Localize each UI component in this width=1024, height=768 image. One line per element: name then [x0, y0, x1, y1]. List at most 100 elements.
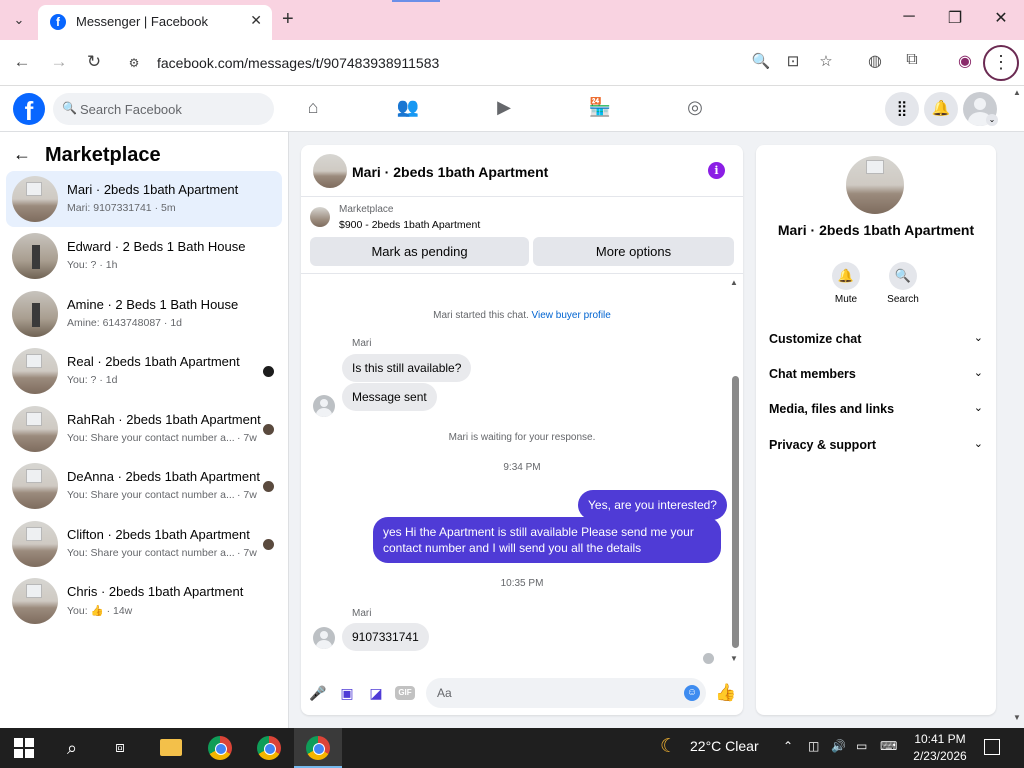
clock-date[interactable]: 2/23/2026: [908, 749, 972, 763]
back-arrow-icon[interactable]: ←: [13, 144, 31, 165]
chrome-icon[interactable]: [208, 736, 232, 760]
show-hidden-icons-icon[interactable]: ⌃: [783, 739, 793, 753]
windows-taskbar: ⌕ ⧈ ☾ 22°C Clear ⌃ ◫ 🔊 ▭ ⌨ 10:41 PM 2/23…: [0, 728, 1024, 768]
page-scroll-up-icon[interactable]: ▲: [1013, 88, 1021, 97]
listing-thumbnail[interactable]: [310, 207, 330, 227]
account-chevron-icon[interactable]: ⌄: [986, 114, 998, 126]
outgoing-message[interactable]: Yes, are you interested?: [578, 490, 727, 520]
marketplace-sidebar: ← Marketplace Mari · 2beds 1bath Apartme…: [0, 132, 289, 728]
facebook-logo-icon[interactable]: f: [13, 93, 45, 125]
message-input[interactable]: Aa ☺: [426, 678, 706, 708]
home-icon[interactable]: ⌂: [296, 97, 330, 123]
minimize-icon[interactable]: ─: [886, 8, 932, 26]
volume-icon[interactable]: 🔊: [831, 739, 846, 753]
clock-time[interactable]: 10:41 PM: [914, 732, 966, 746]
notification-center-icon[interactable]: [984, 739, 1000, 755]
meet-now-icon[interactable]: ◫: [808, 739, 819, 753]
marketplace-icon[interactable]: 🏪: [583, 97, 617, 123]
incoming-message[interactable]: Message sent: [342, 383, 437, 411]
search-conversation-button[interactable]: 🔍 Search: [878, 262, 928, 305]
extensions-puzzle-icon[interactable]: ⧉: [900, 51, 924, 69]
more-options-button[interactable]: More options: [533, 237, 734, 266]
facebook-search[interactable]: 🔍 Search Facebook: [53, 93, 274, 125]
browser-menu-icon[interactable]: ⋮: [983, 45, 1019, 81]
network-icon[interactable]: ▭: [856, 739, 867, 753]
sender-avatar[interactable]: [313, 395, 335, 417]
sticker-icon[interactable]: ◪: [366, 683, 386, 703]
profile-icon[interactable]: ◉: [953, 51, 977, 71]
conversation-item[interactable]: Mari · 2beds 1bath Apartment Mari: 91073…: [6, 171, 282, 227]
media-files-links-section[interactable]: Media, files and links ⌄: [769, 400, 983, 420]
keyboard-icon[interactable]: ⌨: [880, 739, 897, 753]
tab-title: Messenger | Facebook: [76, 14, 208, 29]
search-icon[interactable]: ⌕: [55, 734, 89, 762]
task-view-icon[interactable]: ⧈: [103, 734, 137, 762]
chrome-icon[interactable]: [257, 736, 281, 760]
new-tab-icon[interactable]: +: [282, 8, 294, 30]
conversation-item[interactable]: Amine · 2 Beds 1 Bath House Amine: 61437…: [6, 286, 282, 342]
extension-globe-icon[interactable]: ◍: [863, 51, 887, 71]
file-explorer-icon[interactable]: [160, 739, 182, 756]
conversation-item[interactable]: RahRah · 2beds 1bath Apartment You: Shar…: [6, 401, 282, 457]
contact-avatar[interactable]: [846, 156, 904, 214]
back-arrow-icon[interactable]: ←: [10, 52, 34, 72]
conversation-name: DeAnna · 2beds 1bath Apartment: [67, 469, 260, 484]
chrome-icon[interactable]: [306, 736, 330, 760]
weather-text[interactable]: 22°C Clear: [690, 738, 759, 754]
install-app-icon[interactable]: ⊡: [782, 52, 804, 70]
scroll-thumb[interactable]: [732, 376, 739, 648]
listing-thumbnail: [12, 348, 58, 394]
tab-search-chevron-icon[interactable]: ⌄: [6, 8, 32, 32]
view-buyer-profile-link[interactable]: View buyer profile: [532, 310, 611, 321]
weather-moon-icon[interactable]: ☾: [660, 735, 677, 758]
zoom-icon[interactable]: 🔍: [750, 52, 772, 70]
conversation-item[interactable]: Chris · 2beds 1bath Apartment You: 👍 · 1…: [6, 573, 282, 629]
conversation-item[interactable]: DeAnna · 2beds 1bath Apartment You: Shar…: [6, 458, 282, 514]
friends-icon[interactable]: 👥: [391, 97, 425, 123]
restore-icon[interactable]: ❐: [932, 8, 978, 28]
notifications-bell-icon[interactable]: 🔔: [924, 92, 958, 126]
customize-chat-section[interactable]: Customize chat ⌄: [769, 330, 983, 350]
conversation-item[interactable]: Edward · 2 Beds 1 Bath House You: ? · 1h: [6, 228, 282, 284]
thumbs-up-icon[interactable]: 👍: [715, 683, 736, 703]
sender-avatar[interactable]: [313, 627, 335, 649]
photo-icon[interactable]: ▣: [337, 683, 357, 703]
windows-start-icon[interactable]: [14, 738, 34, 758]
chat-members-section[interactable]: Chat members ⌄: [769, 365, 983, 385]
conversation-name: RahRah · 2beds 1bath Apartment: [67, 412, 261, 427]
page-scroll-down-icon[interactable]: ▼: [1013, 713, 1021, 722]
tab-close-icon[interactable]: ✕: [250, 12, 262, 29]
chat-avatar[interactable]: [313, 154, 347, 188]
groups-icon[interactable]: ◎: [678, 97, 712, 123]
window-close-icon[interactable]: ✕: [978, 8, 1024, 28]
conversation-name: Chris · 2beds 1bath Apartment: [67, 584, 244, 599]
incoming-message[interactable]: Is this still available?: [342, 354, 472, 382]
chat-title[interactable]: Mari · 2beds 1bath Apartment: [352, 164, 548, 180]
listing-title[interactable]: $900 - 2beds 1bath Apartment: [339, 219, 480, 231]
mute-button[interactable]: 🔔 Mute: [821, 262, 871, 305]
site-info-icon[interactable]: ⚙: [124, 53, 144, 73]
privacy-support-section[interactable]: Privacy & support ⌄: [769, 436, 983, 456]
microphone-icon[interactable]: 🎤: [308, 683, 328, 703]
video-icon[interactable]: ▶: [487, 97, 521, 123]
sender-label: Mari: [352, 608, 372, 619]
forward-arrow-icon[interactable]: →: [47, 52, 71, 72]
conversation-item[interactable]: Clifton · 2beds 1bath Apartment You: Sha…: [6, 516, 282, 572]
reload-icon[interactable]: ↻: [82, 52, 106, 72]
mark-as-pending-button[interactable]: Mark as pending: [310, 237, 529, 266]
outgoing-message[interactable]: yes Hi the Apartment is still available …: [373, 517, 721, 563]
chat-scrollbar[interactable]: ▲ ▼: [730, 276, 740, 666]
conversation-preview: You: Share your contact number a...: [67, 547, 235, 559]
conversation-item[interactable]: Real · 2beds 1bath Apartment You: ? · 1d: [6, 343, 282, 399]
browser-tab-messenger[interactable]: f Messenger | Facebook ✕: [38, 5, 272, 40]
gif-icon[interactable]: GIF: [395, 686, 415, 700]
emoji-icon[interactable]: ☺: [684, 685, 700, 701]
address-bar[interactable]: ⚙ facebook.com/messages/t/90748393891158…: [118, 47, 850, 79]
menu-grid-icon[interactable]: ⣿: [885, 92, 919, 126]
incoming-message[interactable]: 9107331741: [342, 623, 429, 651]
info-icon[interactable]: i: [708, 162, 725, 179]
url-text[interactable]: facebook.com/messages/t/907483938911583: [157, 55, 439, 71]
bookmark-star-icon[interactable]: ☆: [815, 52, 837, 70]
scroll-down-icon[interactable]: ▼: [730, 654, 738, 663]
scroll-up-icon[interactable]: ▲: [730, 278, 738, 287]
